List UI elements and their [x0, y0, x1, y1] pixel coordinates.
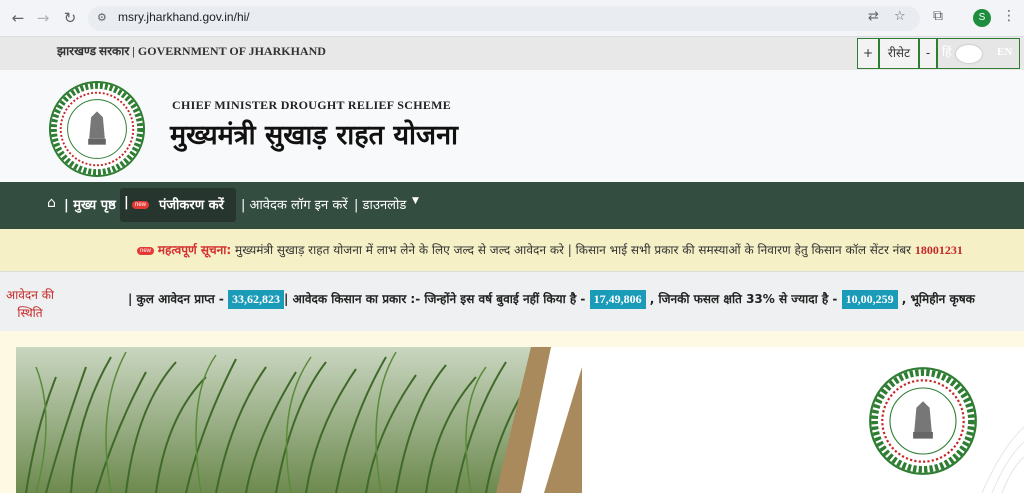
nav-home[interactable]: | मुख्य पृष्ठ	[64, 195, 116, 213]
landless-label: , भूमिहीन कृषक	[897, 292, 975, 306]
notice-text: मुख्यमंत्री सुखाड़ राहत योजना में लाभ ले…	[231, 243, 915, 257]
site-info-icon[interactable]: ⚙	[97, 11, 107, 24]
browser-toolbar: ← → ↻ ⚙ msry.jharkhand.gov.in/hi/ ⇄ ☆ ⧉ …	[0, 0, 1024, 37]
gov-title: झारखण्ड सरकार | GOVERNMENT OF JHARKHAND	[57, 44, 326, 58]
important-notice-bar: new महत्वपूर्ण सूचना: मुख्यमंत्री सुखाड़…	[0, 229, 1024, 271]
font-increase-button[interactable]: +	[857, 38, 879, 69]
scheme-title-hindi: मुख्यमंत्री सुखाड़ राहत योजना	[170, 120, 459, 151]
nav-register-prefix: |	[124, 195, 129, 210]
notice-new-badge: new	[137, 246, 155, 255]
scheme-title-english: CHIEF MINISTER DROUGHT RELIEF SCHEME	[172, 98, 452, 112]
forward-icon[interactable]: →	[33, 8, 53, 28]
lang-english-label: EN	[997, 46, 1013, 58]
url-text[interactable]: msry.jharkhand.gov.in/hi/	[118, 10, 250, 24]
status-ticker: | कुल आवेदन प्राप्त - 33,62,823 | आवेदक क…	[128, 290, 975, 309]
notice-label: महत्वपूर्ण सूचना:	[157, 243, 232, 257]
address-bar[interactable]: ⚙ msry.jharkhand.gov.in/hi/ ⇄ ☆	[88, 6, 920, 31]
notice-row: new महत्वपूर्ण सूचना: मुख्यमंत्री सुखाड़…	[137, 241, 963, 258]
nav-register[interactable]: पंजीकरण करें	[159, 195, 224, 213]
font-reset-button[interactable]: रीसेट	[879, 38, 919, 69]
status-title: आवेदन की स्थिति	[5, 288, 55, 320]
crop-loss-label: , जिनकी फसल क्षति 33% से ज्यादा है -	[645, 292, 842, 306]
reload-icon[interactable]: ↻	[60, 8, 80, 28]
jharkhand-seal-emblem	[869, 367, 977, 475]
back-icon[interactable]: ←	[8, 8, 28, 28]
language-toggle-knob[interactable]	[956, 45, 982, 63]
home-icon[interactable]: ⌂	[47, 195, 56, 211]
gov-top-strip: झारखण्ड सरकार | GOVERNMENT OF JHARKHAND …	[0, 37, 1024, 70]
total-applications-count: 33,62,823	[228, 290, 285, 309]
chevron-down-icon[interactable]: ▼	[412, 196, 419, 206]
total-applications-label: | कुल आवेदन प्राप्त -	[128, 292, 229, 306]
application-status-bar: आवेदन की स्थिति | कुल आवेदन प्राप्त - 33…	[0, 271, 1024, 331]
translate-icon[interactable]: ⇄	[868, 9, 879, 24]
bookmark-star-icon[interactable]: ☆	[894, 9, 906, 24]
lang-hindi-label: हिं	[942, 45, 952, 59]
jharkhand-seal-logo[interactable]	[48, 80, 146, 178]
main-navbar: ⌂ | मुख्य पृष्ठ | new पंजीकरण करें | आवे…	[0, 182, 1024, 229]
menu-dots-icon[interactable]: ⋮	[1002, 8, 1016, 24]
farmer-type-label: | आवेदक किसान का प्रकार :- जिन्होंने इस …	[284, 292, 590, 306]
nav-applicant-login[interactable]: | आवेदक लॉग इन करें	[241, 195, 348, 213]
nav-register-badge: new	[132, 197, 150, 212]
extensions-icon[interactable]: ⧉	[933, 8, 943, 24]
crop-field-photo	[16, 347, 582, 493]
font-decrease-button[interactable]: -	[919, 38, 937, 69]
hero-banner	[0, 331, 1024, 493]
crop-loss-count: 10,00,259	[841, 290, 898, 309]
nav-download[interactable]: | डाउनलोड	[354, 195, 406, 213]
no-sowing-count: 17,49,806	[589, 290, 646, 309]
site-header: CHIEF MINISTER DROUGHT RELIEF SCHEME मुख…	[0, 70, 1024, 182]
profile-avatar[interactable]: S	[973, 9, 991, 27]
call-center-number: 18001231	[914, 243, 963, 257]
